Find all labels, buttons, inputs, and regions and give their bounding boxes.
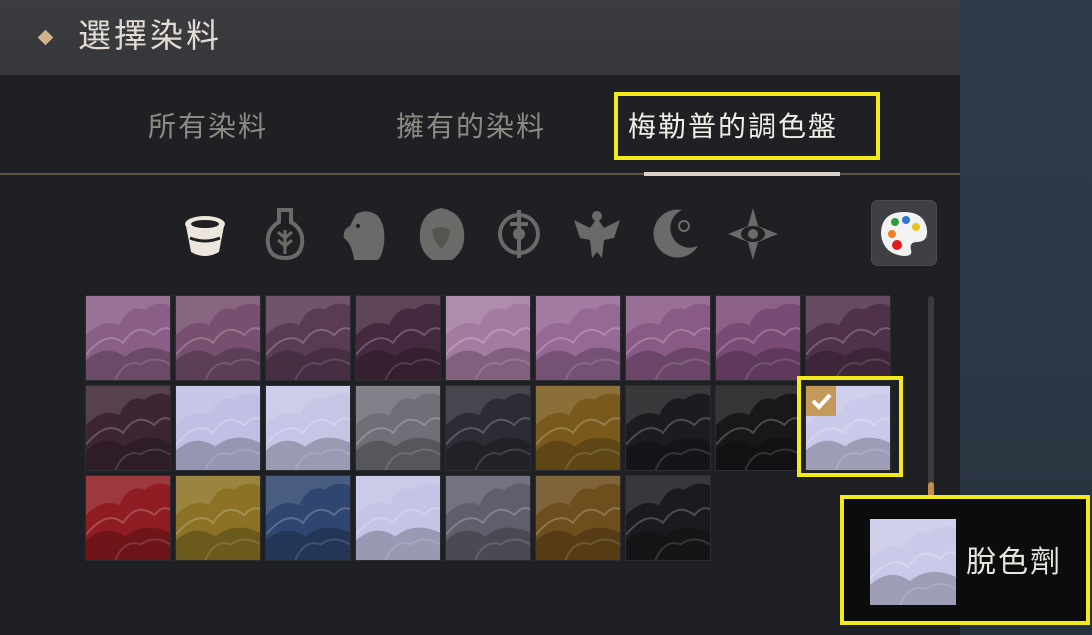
sword-emblem-icon[interactable] (490, 204, 548, 264)
dye-swatch[interactable] (805, 295, 891, 381)
dye-swatch[interactable] (85, 385, 171, 471)
page-title: 選擇染料 (78, 16, 222, 55)
dye-swatch[interactable] (355, 475, 441, 561)
dye-swatch[interactable] (625, 475, 711, 561)
dye-swatch[interactable] (355, 295, 441, 381)
eagle-icon[interactable] (568, 204, 626, 264)
horse-head-icon[interactable] (334, 204, 392, 264)
dye-swatch[interactable] (445, 475, 531, 561)
dye-swatch[interactable] (265, 295, 351, 381)
tab-all-dyes[interactable]: 所有染料 (148, 105, 268, 149)
dye-swatch[interactable] (175, 475, 261, 561)
palette-icon (881, 212, 928, 256)
dye-swatch[interactable] (625, 295, 711, 381)
dye-swatch[interactable] (715, 385, 801, 471)
flask-wheat-icon[interactable] (256, 204, 314, 264)
filter-icons-row (0, 190, 960, 280)
dye-swatch[interactable] (175, 295, 261, 381)
dye-swatch[interactable] (445, 385, 531, 471)
dye-swatch[interactable] (445, 295, 531, 381)
tab-owned-dyes[interactable]: 擁有的染料 (396, 105, 546, 149)
dye-swatch[interactable] (265, 475, 351, 561)
dye-swatch[interactable] (535, 295, 621, 381)
checkmark-icon (806, 386, 836, 416)
lion-head-icon[interactable] (412, 204, 470, 264)
dye-swatch[interactable] (85, 295, 171, 381)
tooltip-swatch (869, 519, 957, 606)
bucket-icon[interactable] (176, 204, 234, 264)
dye-panel: 選擇染料 所有染料 擁有的染料 梅勒普的調色盤 (0, 0, 960, 635)
dye-tooltip: 脫色劑 (840, 495, 1090, 625)
dye-swatch-selected[interactable] (805, 385, 891, 471)
dye-swatch[interactable] (265, 385, 351, 471)
dye-swatch[interactable] (85, 475, 171, 561)
palette-button[interactable] (871, 200, 937, 266)
dye-swatch[interactable] (535, 385, 621, 471)
tab-active-underline (644, 172, 840, 176)
tooltip-label: 脫色劑 (966, 545, 1062, 580)
dye-swatch[interactable] (535, 475, 621, 561)
crescent-moon-icon[interactable] (646, 204, 704, 264)
dye-swatch[interactable] (175, 385, 261, 471)
dye-swatch[interactable] (625, 385, 711, 471)
diamond-icon (37, 29, 54, 46)
dye-swatch[interactable] (715, 295, 801, 381)
eye-star-icon[interactable] (724, 204, 782, 264)
dye-swatch[interactable] (355, 385, 441, 471)
tab-bar: 所有染料 擁有的染料 梅勒普的調色盤 (0, 75, 960, 175)
tab-highlight-box (614, 92, 880, 160)
panel-header: 選擇染料 (0, 0, 960, 75)
dye-swatch-grid (85, 295, 895, 561)
